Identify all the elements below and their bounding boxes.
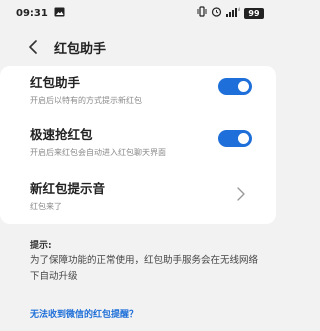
- tips-title: 提示:: [30, 241, 52, 251]
- vibrate-icon: [197, 6, 207, 20]
- setting-fast-grab: 极速抢红包 开启后来红包会自动进入红包聊天界面: [30, 124, 250, 158]
- setting-description: 红包来了: [30, 202, 62, 211]
- chevron-right-icon: [237, 187, 245, 201]
- toggle-knob: [238, 133, 249, 144]
- back-button[interactable]: [22, 36, 44, 58]
- fast-grab-toggle[interactable]: [218, 130, 252, 147]
- setting-description: 开启后来红包会自动进入红包聊天界面: [30, 148, 166, 157]
- setting-label: 极速抢红包: [30, 127, 93, 142]
- help-link[interactable]: 无法收到微信的红包提醒？: [30, 307, 138, 320]
- tips-body: 为了保障功能的正常使用，红包助手服务会在无线网络下自动升级: [30, 255, 259, 282]
- svg-text:ıl: ıl: [238, 7, 240, 12]
- chevron-left-icon: [29, 40, 37, 54]
- app-header: 红包助手: [0, 30, 276, 64]
- signal-icon: ıl: [226, 7, 240, 20]
- alarm-icon: [211, 6, 222, 20]
- status-bar: 09:31 ıl 99: [0, 0, 276, 26]
- status-time: 09:31: [16, 7, 48, 19]
- settings-card: 红包助手 开启后以特有的方式提示新红包 极速抢红包 开启后来红包会自动进入红包聊…: [0, 66, 276, 224]
- battery-icon: 99: [244, 7, 264, 19]
- toggle-knob: [238, 81, 249, 92]
- image-icon: [54, 7, 65, 20]
- page-title: 红包助手: [54, 42, 107, 57]
- setting-label: 红包助手: [30, 75, 81, 90]
- setting-description: 开启后以特有的方式提示新红包: [30, 96, 142, 105]
- setting-red-packet-assistant: 红包助手 开启后以特有的方式提示新红包: [30, 72, 250, 106]
- red-packet-assistant-toggle[interactable]: [218, 78, 252, 95]
